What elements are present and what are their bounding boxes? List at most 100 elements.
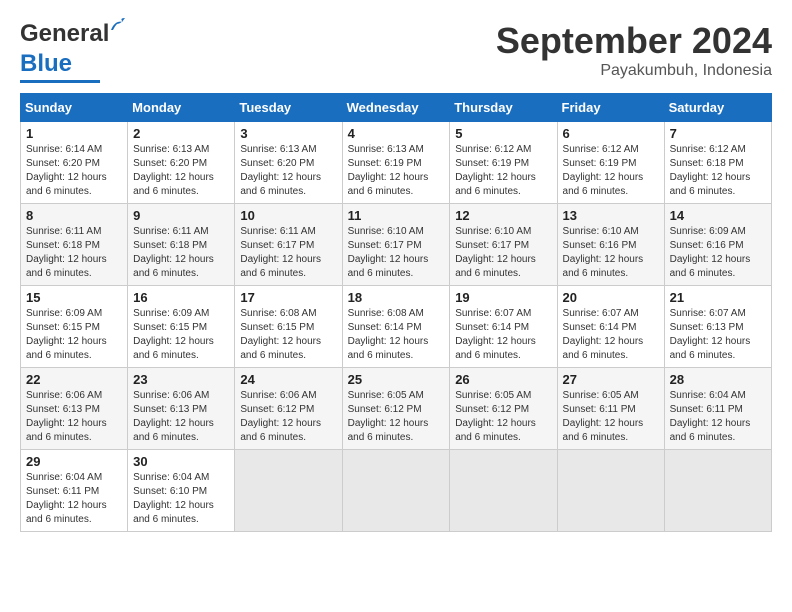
- subtitle: Payakumbuh, Indonesia: [496, 62, 772, 80]
- calendar-week-5: 29 Sunrise: 6:04 AMSunset: 6:11 PMDaylig…: [21, 450, 772, 532]
- table-row: 11 Sunrise: 6:10 AMSunset: 6:17 PMDaylig…: [342, 204, 450, 286]
- table-row: 24 Sunrise: 6:06 AMSunset: 6:12 PMDaylig…: [235, 368, 342, 450]
- day-number: 5: [455, 126, 551, 141]
- day-info: Sunrise: 6:12 AMSunset: 6:19 PMDaylight:…: [455, 143, 551, 199]
- day-number: 8: [26, 208, 122, 223]
- day-info: Sunrise: 6:08 AMSunset: 6:14 PMDaylight:…: [348, 307, 445, 363]
- day-number: 1: [26, 126, 122, 141]
- day-info: Sunrise: 6:06 AMSunset: 6:13 PMDaylight:…: [133, 389, 229, 445]
- day-number: 15: [26, 290, 122, 305]
- table-row: [342, 450, 450, 532]
- day-info: Sunrise: 6:14 AMSunset: 6:20 PMDaylight:…: [26, 143, 122, 199]
- table-row: 3 Sunrise: 6:13 AMSunset: 6:20 PMDayligh…: [235, 122, 342, 204]
- day-number: 18: [348, 290, 445, 305]
- col-friday: Friday: [557, 94, 664, 122]
- day-number: 13: [563, 208, 659, 223]
- day-info: Sunrise: 6:13 AMSunset: 6:19 PMDaylight:…: [348, 143, 445, 199]
- day-info: Sunrise: 6:04 AMSunset: 6:11 PMDaylight:…: [670, 389, 766, 445]
- day-info: Sunrise: 6:10 AMSunset: 6:17 PMDaylight:…: [348, 225, 445, 281]
- col-tuesday: Tuesday: [235, 94, 342, 122]
- day-info: Sunrise: 6:07 AMSunset: 6:14 PMDaylight:…: [455, 307, 551, 363]
- logo: General Blue: [20, 20, 109, 83]
- day-number: 2: [133, 126, 229, 141]
- day-info: Sunrise: 6:05 AMSunset: 6:11 PMDaylight:…: [563, 389, 659, 445]
- day-number: 26: [455, 372, 551, 387]
- col-thursday: Thursday: [450, 94, 557, 122]
- table-row: 1 Sunrise: 6:14 AMSunset: 6:20 PMDayligh…: [21, 122, 128, 204]
- day-info: Sunrise: 6:05 AMSunset: 6:12 PMDaylight:…: [455, 389, 551, 445]
- table-row: 23 Sunrise: 6:06 AMSunset: 6:13 PMDaylig…: [128, 368, 235, 450]
- table-row: 5 Sunrise: 6:12 AMSunset: 6:19 PMDayligh…: [450, 122, 557, 204]
- day-info: Sunrise: 6:07 AMSunset: 6:14 PMDaylight:…: [563, 307, 659, 363]
- table-row: 10 Sunrise: 6:11 AMSunset: 6:17 PMDaylig…: [235, 204, 342, 286]
- calendar-week-3: 15 Sunrise: 6:09 AMSunset: 6:15 PMDaylig…: [21, 286, 772, 368]
- day-info: Sunrise: 6:04 AMSunset: 6:11 PMDaylight:…: [26, 471, 122, 527]
- calendar-week-4: 22 Sunrise: 6:06 AMSunset: 6:13 PMDaylig…: [21, 368, 772, 450]
- day-info: Sunrise: 6:09 AMSunset: 6:15 PMDaylight:…: [26, 307, 122, 363]
- table-row: 19 Sunrise: 6:07 AMSunset: 6:14 PMDaylig…: [450, 286, 557, 368]
- table-row: 7 Sunrise: 6:12 AMSunset: 6:18 PMDayligh…: [664, 122, 771, 204]
- table-row: 12 Sunrise: 6:10 AMSunset: 6:17 PMDaylig…: [450, 204, 557, 286]
- table-row: 2 Sunrise: 6:13 AMSunset: 6:20 PMDayligh…: [128, 122, 235, 204]
- table-row: 8 Sunrise: 6:11 AMSunset: 6:18 PMDayligh…: [21, 204, 128, 286]
- table-row: 21 Sunrise: 6:07 AMSunset: 6:13 PMDaylig…: [664, 286, 771, 368]
- day-number: 29: [26, 454, 122, 469]
- day-number: 11: [348, 208, 445, 223]
- day-number: 20: [563, 290, 659, 305]
- day-info: Sunrise: 6:11 AMSunset: 6:18 PMDaylight:…: [133, 225, 229, 281]
- day-number: 24: [240, 372, 336, 387]
- calendar-header-row: Sunday Monday Tuesday Wednesday Thursday…: [21, 94, 772, 122]
- day-info: Sunrise: 6:13 AMSunset: 6:20 PMDaylight:…: [240, 143, 336, 199]
- day-number: 14: [670, 208, 766, 223]
- day-number: 9: [133, 208, 229, 223]
- table-row: [450, 450, 557, 532]
- day-info: Sunrise: 6:06 AMSunset: 6:13 PMDaylight:…: [26, 389, 122, 445]
- day-info: Sunrise: 6:05 AMSunset: 6:12 PMDaylight:…: [348, 389, 445, 445]
- day-number: 23: [133, 372, 229, 387]
- day-number: 27: [563, 372, 659, 387]
- day-info: Sunrise: 6:04 AMSunset: 6:10 PMDaylight:…: [133, 471, 229, 527]
- day-number: 19: [455, 290, 551, 305]
- day-number: 12: [455, 208, 551, 223]
- table-row: 30 Sunrise: 6:04 AMSunset: 6:10 PMDaylig…: [128, 450, 235, 532]
- day-number: 4: [348, 126, 445, 141]
- table-row: [557, 450, 664, 532]
- logo-underline: [20, 80, 100, 83]
- col-monday: Monday: [128, 94, 235, 122]
- table-row: [235, 450, 342, 532]
- table-row: [664, 450, 771, 532]
- table-row: 22 Sunrise: 6:06 AMSunset: 6:13 PMDaylig…: [21, 368, 128, 450]
- day-number: 7: [670, 126, 766, 141]
- calendar-week-1: 1 Sunrise: 6:14 AMSunset: 6:20 PMDayligh…: [21, 122, 772, 204]
- page-header: General Blue September 2024 Payakumbuh, …: [20, 20, 772, 83]
- day-number: 22: [26, 372, 122, 387]
- month-title: September 2024: [496, 20, 772, 62]
- day-info: Sunrise: 6:07 AMSunset: 6:13 PMDaylight:…: [670, 307, 766, 363]
- day-info: Sunrise: 6:10 AMSunset: 6:17 PMDaylight:…: [455, 225, 551, 281]
- table-row: 26 Sunrise: 6:05 AMSunset: 6:12 PMDaylig…: [450, 368, 557, 450]
- day-info: Sunrise: 6:09 AMSunset: 6:16 PMDaylight:…: [670, 225, 766, 281]
- col-sunday: Sunday: [21, 94, 128, 122]
- table-row: 6 Sunrise: 6:12 AMSunset: 6:19 PMDayligh…: [557, 122, 664, 204]
- day-info: Sunrise: 6:09 AMSunset: 6:15 PMDaylight:…: [133, 307, 229, 363]
- day-number: 28: [670, 372, 766, 387]
- day-info: Sunrise: 6:12 AMSunset: 6:19 PMDaylight:…: [563, 143, 659, 199]
- table-row: 16 Sunrise: 6:09 AMSunset: 6:15 PMDaylig…: [128, 286, 235, 368]
- table-row: 9 Sunrise: 6:11 AMSunset: 6:18 PMDayligh…: [128, 204, 235, 286]
- day-info: Sunrise: 6:11 AMSunset: 6:18 PMDaylight:…: [26, 225, 122, 281]
- table-row: 25 Sunrise: 6:05 AMSunset: 6:12 PMDaylig…: [342, 368, 450, 450]
- day-info: Sunrise: 6:08 AMSunset: 6:15 PMDaylight:…: [240, 307, 336, 363]
- calendar-table: Sunday Monday Tuesday Wednesday Thursday…: [20, 93, 772, 532]
- day-number: 3: [240, 126, 336, 141]
- table-row: 18 Sunrise: 6:08 AMSunset: 6:14 PMDaylig…: [342, 286, 450, 368]
- logo-text: General: [20, 20, 109, 47]
- day-info: Sunrise: 6:11 AMSunset: 6:17 PMDaylight:…: [240, 225, 336, 281]
- day-number: 17: [240, 290, 336, 305]
- logo-blue-text: Blue: [20, 50, 72, 77]
- table-row: 4 Sunrise: 6:13 AMSunset: 6:19 PMDayligh…: [342, 122, 450, 204]
- day-info: Sunrise: 6:13 AMSunset: 6:20 PMDaylight:…: [133, 143, 229, 199]
- day-number: 16: [133, 290, 229, 305]
- day-number: 25: [348, 372, 445, 387]
- day-info: Sunrise: 6:06 AMSunset: 6:12 PMDaylight:…: [240, 389, 336, 445]
- title-block: September 2024 Payakumbuh, Indonesia: [496, 20, 772, 80]
